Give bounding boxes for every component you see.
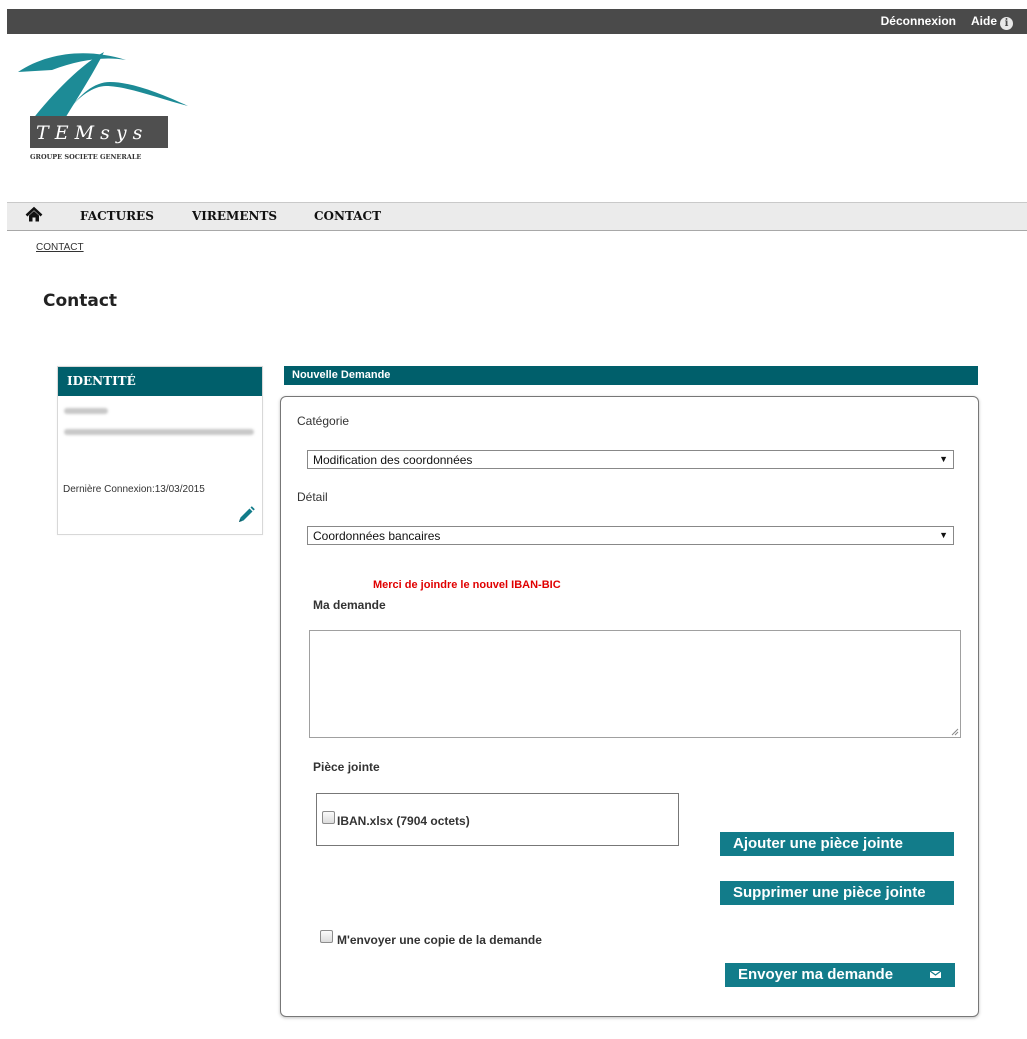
remove-attachment-button[interactable]: Supprimer une pièce jointe	[720, 881, 954, 905]
logo-group-text: GROUPE SOCIETE GENERALE	[30, 153, 141, 161]
category-select[interactable]: Modification des coordonnées ▼	[307, 450, 954, 469]
page-title: Contact	[43, 291, 118, 311]
send-copy-label: M'envoyer une copie de la demande	[337, 933, 542, 947]
attachment-label: Pièce jointe	[313, 760, 380, 774]
logo-brand-text: T E M s y s	[36, 122, 143, 144]
nav-item-contact[interactable]: CONTACT	[314, 209, 381, 223]
identity-card: IDENTITÉ Dernière Connexion:13/03/2015	[57, 366, 263, 535]
request-header: Nouvelle Demande	[284, 366, 978, 385]
breadcrumb-contact[interactable]: CONTACT	[36, 242, 84, 253]
nav-item-factures[interactable]: FACTURES	[80, 209, 154, 223]
info-icon[interactable]: i	[1000, 17, 1013, 30]
attachment-file-name: IBAN.xlsx (7904 octets)	[337, 814, 470, 828]
nav-item-virements[interactable]: VIREMENTS	[192, 209, 277, 223]
top-bar: Déconnexion Aide i	[7, 9, 1027, 34]
blurred-user-email	[64, 429, 254, 435]
send-request-button[interactable]: Envoyer ma demande	[725, 963, 955, 987]
request-title: Nouvelle Demande	[292, 369, 391, 381]
category-label: Catégorie	[297, 414, 350, 428]
detail-label: Détail	[297, 490, 328, 504]
last-login-text: Dernière Connexion:13/03/2015	[63, 484, 205, 495]
help-label: Aide	[970, 14, 997, 28]
add-attachment-label: Ajouter une pièce jointe	[733, 835, 904, 852]
logout-link[interactable]: Déconnexion	[881, 14, 956, 28]
message-label: Ma demande	[313, 598, 386, 612]
message-textarea[interactable]	[309, 630, 961, 738]
attachment-list: IBAN.xlsx (7904 octets)	[316, 793, 679, 846]
identity-header: IDENTITÉ	[58, 367, 262, 396]
pencil-icon[interactable]	[236, 505, 256, 530]
home-icon[interactable]	[25, 206, 43, 229]
add-attachment-button[interactable]: Ajouter une pièce jointe	[720, 832, 954, 856]
send-request-label: Envoyer ma demande	[738, 966, 894, 983]
blurred-user-name	[64, 408, 108, 414]
detail-selected-value: Coordonnées bancaires	[313, 529, 441, 543]
attachment-checkbox[interactable]	[322, 811, 335, 824]
request-panel: Catégorie Modification des coordonnées ▼…	[280, 396, 979, 1017]
temsys-logo: T E M s y s GROUPE SOCIETE GENERALE	[18, 48, 193, 173]
send-copy-checkbox[interactable]	[320, 930, 333, 943]
resize-handle-icon[interactable]	[951, 728, 959, 736]
mail-icon	[930, 971, 941, 978]
category-selected-value: Modification des coordonnées	[313, 453, 473, 467]
iban-notice: Merci de joindre le nouvel IBAN-BIC	[373, 579, 561, 591]
identity-title: IDENTITÉ	[67, 374, 136, 388]
dropdown-arrow-icon: ▼	[939, 454, 948, 464]
main-nav: FACTURES VIREMENTS CONTACT	[7, 202, 1027, 231]
detail-select[interactable]: Coordonnées bancaires ▼	[307, 526, 954, 545]
help-link[interactable]: Aide i	[971, 14, 1013, 30]
remove-attachment-label: Supprimer une pièce jointe	[733, 884, 926, 901]
dropdown-arrow-icon: ▼	[939, 530, 948, 540]
